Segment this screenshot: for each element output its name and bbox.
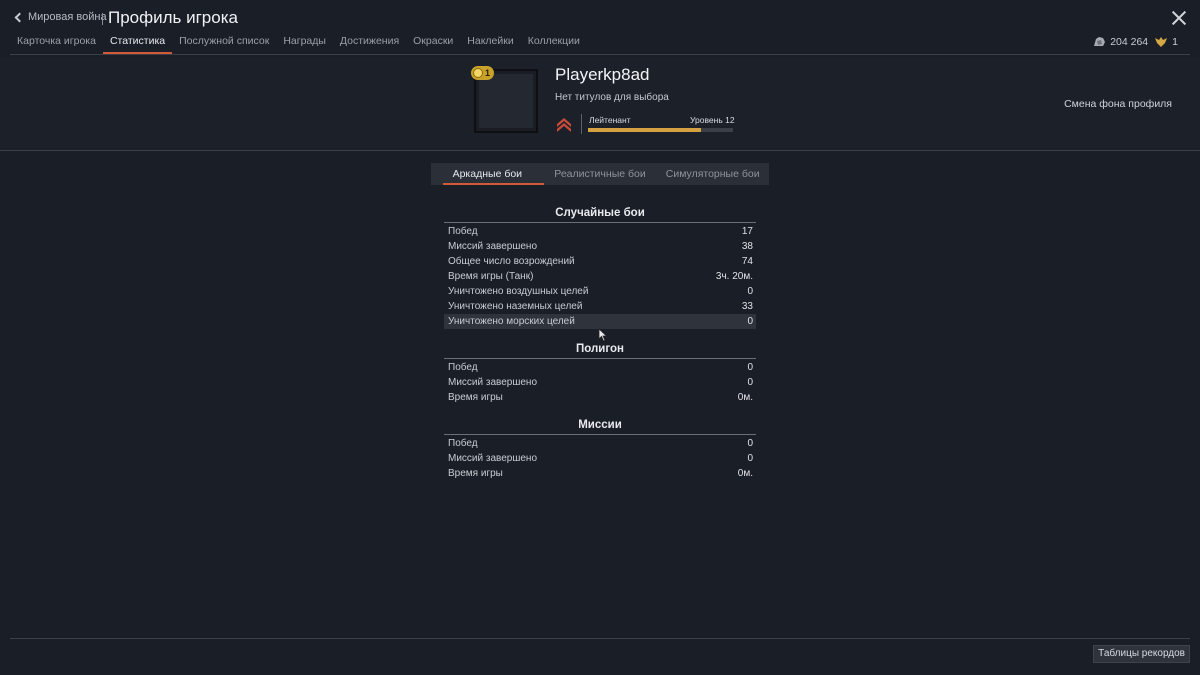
player-name: Playerkp8ad [555, 65, 650, 84]
stat-label: Миссий завершено [448, 453, 538, 464]
section-title: Миссии [578, 419, 622, 431]
stat-row: Миссий завершено 0 [444, 375, 756, 390]
page-title: Профиль игрока [108, 8, 238, 27]
polygon-section: Полигон Побед 0 Миссий завершено 0 Время и… [444, 340, 756, 405]
tab-collections[interactable]: Коллекции [521, 35, 587, 53]
game-mode-tabs: Аркадные бои Реалистичные бои Симуляторн… [431, 163, 769, 185]
stat-label: Время игры (Танк) [448, 271, 534, 282]
stat-label: Уничтожено морских целей [448, 316, 575, 327]
stat-value: 0 [747, 362, 753, 373]
stat-value: 0 [747, 438, 753, 449]
leaderboards-button[interactable]: Таблицы рекордов [1093, 645, 1190, 663]
random-battles-section: Случайные бои Побед 17 Миссий завершено 38… [444, 204, 756, 329]
tab-simulator-battles[interactable]: Симуляторные бои [656, 163, 769, 185]
silver-lions-amount: 204 264 [1110, 36, 1149, 48]
header-divider [10, 54, 1190, 55]
stat-row: Время игры 0м. [444, 390, 756, 405]
stat-row: Уничтожено наземных целей 33 [444, 299, 756, 314]
stat-value: 0 [747, 453, 753, 464]
stat-row: Уничтожено морских целей 0 [444, 314, 756, 329]
stat-row: Уничтожено воздушных целей 0 [444, 284, 756, 299]
footer-divider [10, 638, 1190, 639]
title-separator [102, 13, 103, 25]
missions-section: Миссии Побед 0 Миссий завершено 0 Время иг… [444, 416, 756, 481]
stat-value: 17 [741, 226, 753, 237]
tab-camouflages[interactable]: Окраски [406, 35, 460, 53]
stat-label: Миссий завершено [448, 377, 538, 388]
coin-icon [473, 68, 483, 78]
currency-display: 204 264 1 [1092, 36, 1178, 48]
player-level: Уровень 12 [690, 115, 735, 125]
tab-arcade-battles[interactable]: Аркадные бои [431, 163, 544, 185]
change-background-button[interactable]: Смена фона профиля [1064, 98, 1172, 110]
stat-label: Миссий завершено [448, 241, 538, 252]
chevron-left-icon [14, 12, 25, 23]
stat-label: Побед [448, 438, 478, 449]
tab-statistics[interactable]: Статистика [102, 35, 173, 54]
stat-label: Время игры [448, 468, 503, 479]
back-button[interactable]: Мировая война [14, 11, 107, 23]
stat-label: Побед [448, 226, 478, 237]
stat-row: Время игры 0м. [444, 466, 756, 481]
xp-progress-fill [588, 128, 702, 132]
badge-count: 1 [485, 68, 491, 78]
tab-service-record[interactable]: Послужной список [172, 35, 276, 53]
close-icon[interactable] [1172, 11, 1186, 25]
stat-value: 0м. [737, 468, 753, 479]
stat-label: Уничтожено воздушных целей [448, 286, 589, 297]
tab-awards[interactable]: Награды [276, 35, 333, 53]
section-divider [444, 434, 756, 435]
stat-row: Общее число возрождений 74 [444, 254, 756, 269]
section-title: Случайные бои [555, 207, 645, 219]
section-title: Полигон [576, 343, 624, 355]
stat-label: Общее число возрождений [448, 256, 575, 267]
stat-value: 0 [747, 286, 753, 297]
stat-value: 3ч. 20м. [715, 271, 753, 282]
section-divider [444, 222, 756, 223]
top-bar: Мировая война Профиль игрока Карточка иг… [0, 0, 1200, 56]
stat-row: Время игры (Танк) 3ч. 20м. [444, 269, 756, 284]
stat-label: Уничтожено наземных целей [448, 301, 583, 312]
status-badge: 1 [471, 66, 495, 80]
rank-separator [581, 114, 582, 134]
rank-chevrons-icon [557, 118, 571, 132]
stat-row: Побед 17 [444, 224, 756, 239]
stat-value: 0 [747, 316, 753, 327]
stat-value: 38 [741, 241, 753, 252]
profile-tabs: Карточка игрока Статистика Послужной спи… [10, 35, 587, 54]
stat-value: 0 [747, 377, 753, 388]
stat-value: 33 [741, 301, 753, 312]
xp-progress-bar [588, 128, 733, 132]
stat-label: Время игры [448, 392, 503, 403]
titles-note[interactable]: Нет титулов для выбора [555, 92, 669, 103]
profile-divider [0, 150, 1200, 151]
mouse-cursor-icon [598, 328, 608, 342]
tab-realistic-battles[interactable]: Реалистичные бои [544, 163, 657, 185]
profile-panel: 1 Playerkp8ad Нет титулов для выбора Лей… [0, 57, 1200, 150]
tab-player-card[interactable]: Карточка игрока [10, 35, 103, 53]
back-label: Мировая война [28, 11, 107, 23]
rank-name: Лейтенант [589, 115, 631, 125]
stat-row: Побед 0 [444, 436, 756, 451]
silver-lions-icon [1094, 37, 1106, 46]
tab-achievements[interactable]: Достижения [333, 35, 406, 53]
stat-row: Миссий завершено 0 [444, 451, 756, 466]
golden-eagles-icon [1155, 37, 1168, 47]
tab-decals[interactable]: Наклейки [460, 35, 520, 53]
stat-value: 0м. [737, 392, 753, 403]
stat-row: Побед 0 [444, 360, 756, 375]
golden-eagles-amount: 1 [1172, 36, 1178, 48]
section-divider [444, 358, 756, 359]
stat-label: Побед [448, 362, 478, 373]
stat-value: 74 [741, 256, 753, 267]
stat-row: Миссий завершено 38 [444, 239, 756, 254]
